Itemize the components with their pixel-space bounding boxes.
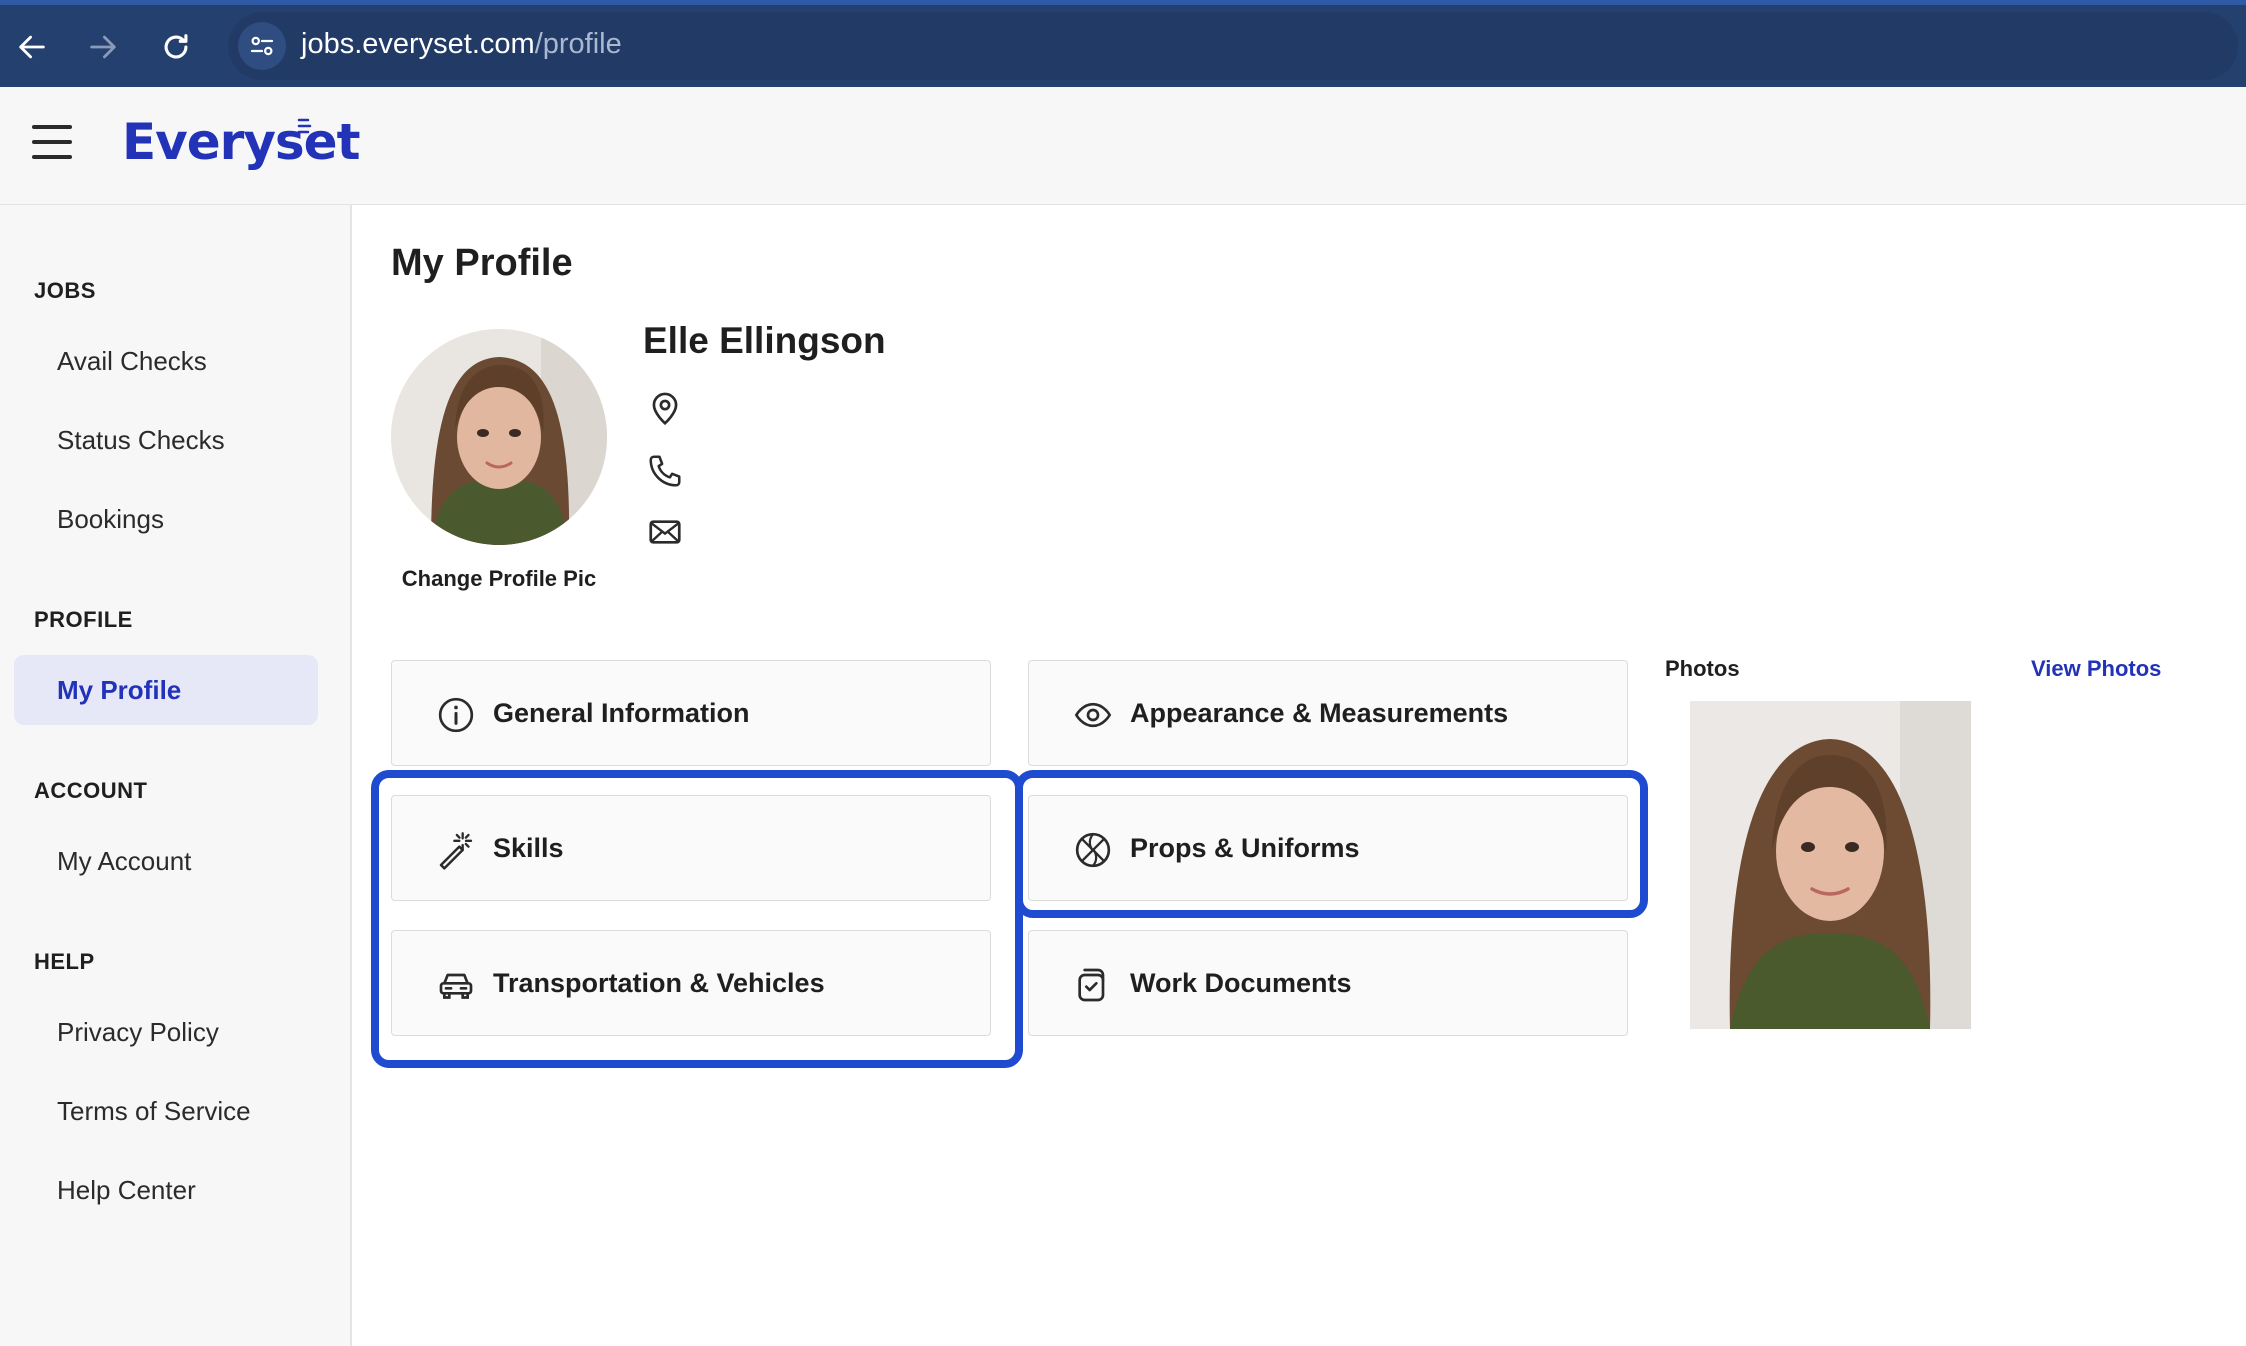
back-arrow-icon xyxy=(19,35,45,59)
everyset-logo[interactable]: Everyset xyxy=(122,113,360,171)
info-icon xyxy=(438,697,474,733)
back-button[interactable] xyxy=(8,23,56,71)
work-documents-label: Work Documents xyxy=(1130,968,1352,998)
url-path: /profile xyxy=(534,28,622,60)
reload-icon xyxy=(164,34,188,59)
eye-icon xyxy=(1074,702,1112,728)
page-title: My Profile xyxy=(391,242,573,284)
sidebar-item-terms-of-service[interactable]: Terms of Service xyxy=(14,1076,318,1146)
view-photos-link[interactable]: View Photos xyxy=(2031,656,2161,682)
reload-button[interactable] xyxy=(152,23,200,71)
site-settings-button[interactable] xyxy=(238,22,286,70)
work-documents-card[interactable]: Work Documents xyxy=(1028,930,1628,1036)
sidebar-item-my-account[interactable]: My Account xyxy=(14,826,318,896)
email-icon xyxy=(649,520,681,544)
change-profile-pic-link[interactable]: Change Profile Pic xyxy=(391,566,607,592)
highlight-outline-left xyxy=(371,770,1023,1068)
sidebar-section-profile: PROFILE xyxy=(34,607,133,632)
address-bar[interactable]: jobs.everyset.com/profile xyxy=(228,12,2238,80)
highlight-outline-right xyxy=(1015,770,1648,918)
url-domain: jobs.everyset.com xyxy=(301,28,535,60)
sidebar-item-privacy-policy[interactable]: Privacy Policy xyxy=(14,997,318,1067)
browser-toolbar: jobs.everyset.com/profile xyxy=(0,0,2246,87)
profile-avatar[interactable] xyxy=(391,329,607,545)
sidebar-item-status-checks[interactable]: Status Checks xyxy=(14,405,318,475)
phone-icon xyxy=(649,455,681,487)
sidebar-item-my-profile[interactable]: My Profile xyxy=(14,655,318,725)
menu-icon[interactable] xyxy=(32,125,72,165)
forward-arrow-icon xyxy=(90,35,116,59)
sidebar-item-bookings[interactable]: Bookings xyxy=(14,484,318,554)
sidebar-section-jobs: JOBS xyxy=(34,278,96,303)
general-information-card[interactable]: General Information xyxy=(391,660,991,766)
forward-button[interactable] xyxy=(79,23,127,71)
tune-icon xyxy=(250,36,274,56)
logo-mark-icon xyxy=(297,118,312,134)
location-pin-icon xyxy=(652,392,678,426)
appearance-measurements-card[interactable]: Appearance & Measurements xyxy=(1028,660,1628,766)
app-header: Everyset xyxy=(0,87,2246,205)
photos-label: Photos xyxy=(1665,656,1740,681)
sidebar-item-help-center[interactable]: Help Center xyxy=(14,1155,318,1225)
sidebar: JOBS Avail Checks Status Checks Bookings… xyxy=(0,205,352,1346)
documents-icon xyxy=(1078,968,1105,1002)
url-text[interactable]: jobs.everyset.com/profile xyxy=(301,28,622,61)
general-information-label: General Information xyxy=(493,698,750,728)
appearance-measurements-label: Appearance & Measurements xyxy=(1130,698,1509,728)
sidebar-section-help: HELP xyxy=(34,949,95,974)
photo-thumbnail[interactable] xyxy=(1690,701,1971,1029)
sidebar-section-account: ACCOUNT xyxy=(34,778,148,803)
sidebar-item-avail-checks[interactable]: Avail Checks xyxy=(14,326,318,396)
profile-name: Elle Ellingson xyxy=(643,320,886,361)
